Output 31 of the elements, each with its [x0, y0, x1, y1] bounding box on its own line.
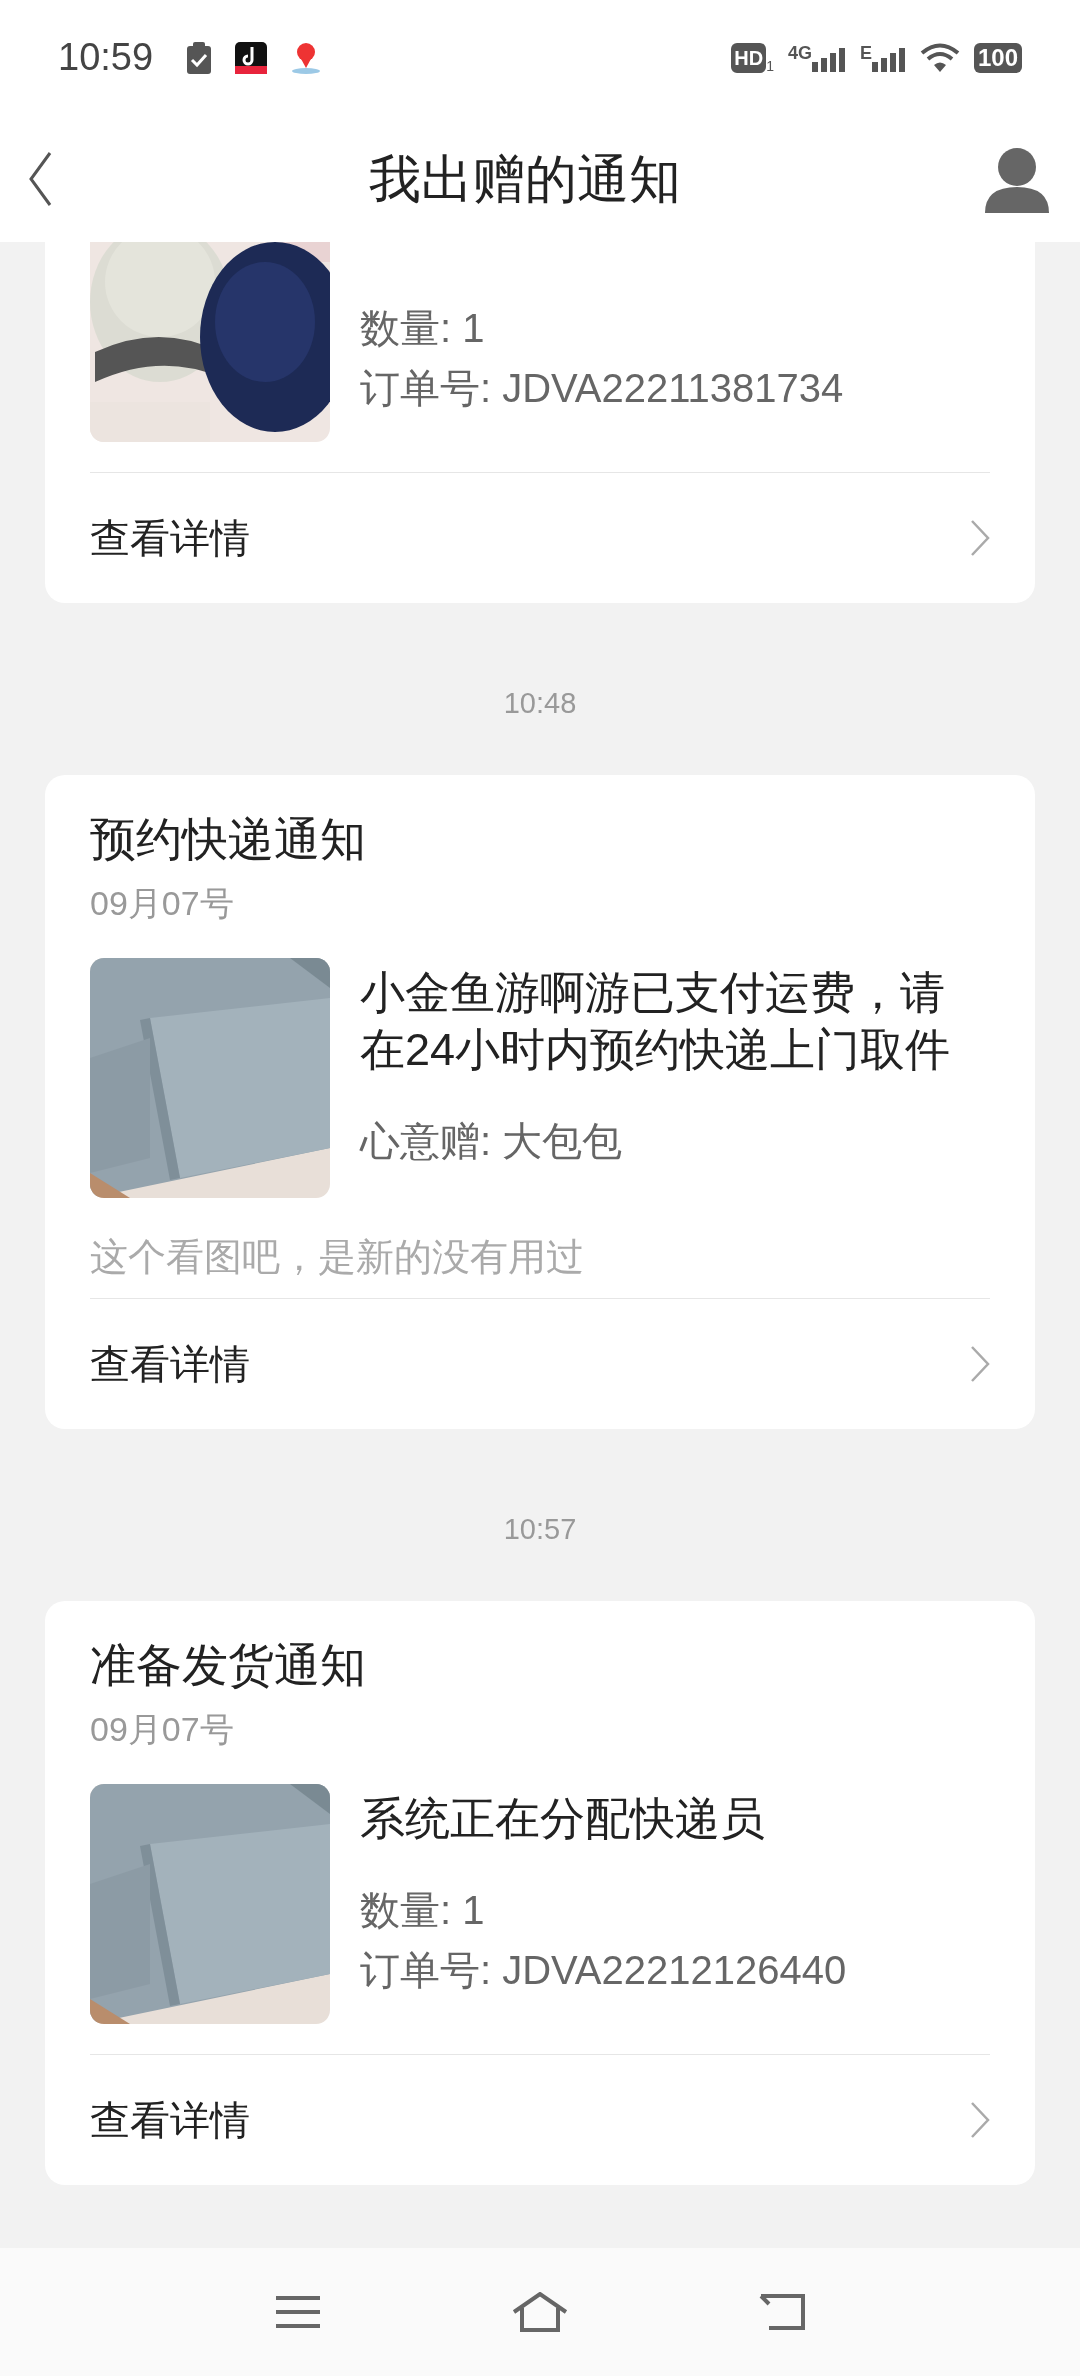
timestamp: 10:57: [503, 1512, 577, 1548]
view-details-row[interactable]: 查看详情: [90, 1299, 990, 1429]
chevron-right-icon: [970, 2101, 990, 2139]
sim-number: 1: [766, 58, 774, 73]
clipboard-check-icon: [187, 41, 212, 74]
notice-message: 系统正在分配快递员: [360, 1792, 766, 1846]
wifi-icon: [919, 42, 960, 73]
map-pin-icon: [291, 41, 322, 74]
notice-date: 09月07号: [90, 883, 235, 924]
view-details-row[interactable]: 查看详情: [90, 473, 990, 603]
view-details-row[interactable]: 查看详情: [90, 2055, 990, 2185]
notice-message: 小金鱼游啊游已支付运费，请在24小时内预约快递上门取件: [360, 966, 952, 1077]
chevron-right-icon: [970, 1345, 990, 1383]
status-time: 10:59: [58, 35, 154, 80]
hd-badge: HD: [731, 42, 767, 73]
network-type: 4G: [787, 43, 812, 62]
app-icon: [235, 41, 268, 74]
notice-note: 这个看图吧，是新的没有用过: [90, 1235, 585, 1280]
notice-detail: 订单号: JDVA22211381734: [360, 365, 845, 412]
notice-detail: 数量: 1: [360, 305, 486, 352]
battery-indicator: 100: [973, 42, 1022, 73]
notice-title: 准备发货通知: [90, 1638, 367, 1693]
notice-date: 09月07号: [90, 1709, 235, 1750]
page-title: 我出赠的通知: [369, 148, 681, 210]
chevron-right-icon: [970, 519, 990, 557]
notice-detail: 订单号: JDVA22212126440: [360, 1947, 848, 1994]
network-type: E: [859, 43, 872, 62]
timestamp: 10:48: [503, 686, 577, 722]
notice-detail: 心意赠: 大包包: [360, 1118, 624, 1165]
notice-detail: 数量: 1: [360, 1887, 486, 1934]
notice-title: 预约快递通知: [90, 812, 367, 867]
